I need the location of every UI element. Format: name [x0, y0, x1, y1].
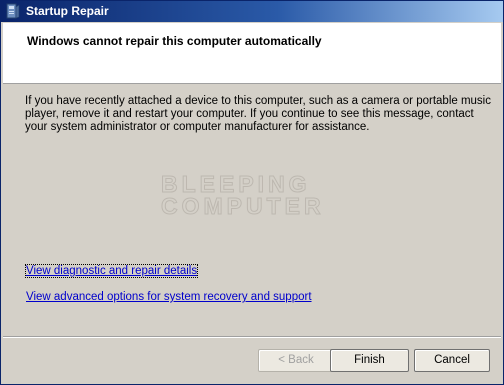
- view-advanced-options-link[interactable]: View advanced options for system recover…: [26, 291, 312, 303]
- view-diagnostic-details-link[interactable]: View diagnostic and repair details: [24, 264, 199, 278]
- window-title: Startup Repair: [26, 4, 109, 18]
- title-bar[interactable]: Startup Repair: [1, 1, 503, 22]
- watermark-line-1: BLEEPING: [161, 171, 311, 197]
- header-panel: Windows cannot repair this computer auto…: [3, 23, 501, 84]
- back-button[interactable]: < Back: [258, 349, 334, 372]
- error-message: If you have recently attached a device t…: [25, 95, 491, 133]
- finish-button[interactable]: Finish: [330, 349, 409, 372]
- footer-divider: [3, 336, 501, 338]
- startup-repair-app-icon: [6, 3, 20, 19]
- page-heading: Windows cannot repair this computer auto…: [27, 34, 322, 48]
- startup-repair-window: Startup Repair Windows cannot repair thi…: [0, 0, 504, 385]
- cancel-button[interactable]: Cancel: [414, 349, 490, 372]
- watermark: BLEEPING COMPUTER: [161, 171, 351, 219]
- watermark-line-2: COMPUTER: [161, 193, 325, 219]
